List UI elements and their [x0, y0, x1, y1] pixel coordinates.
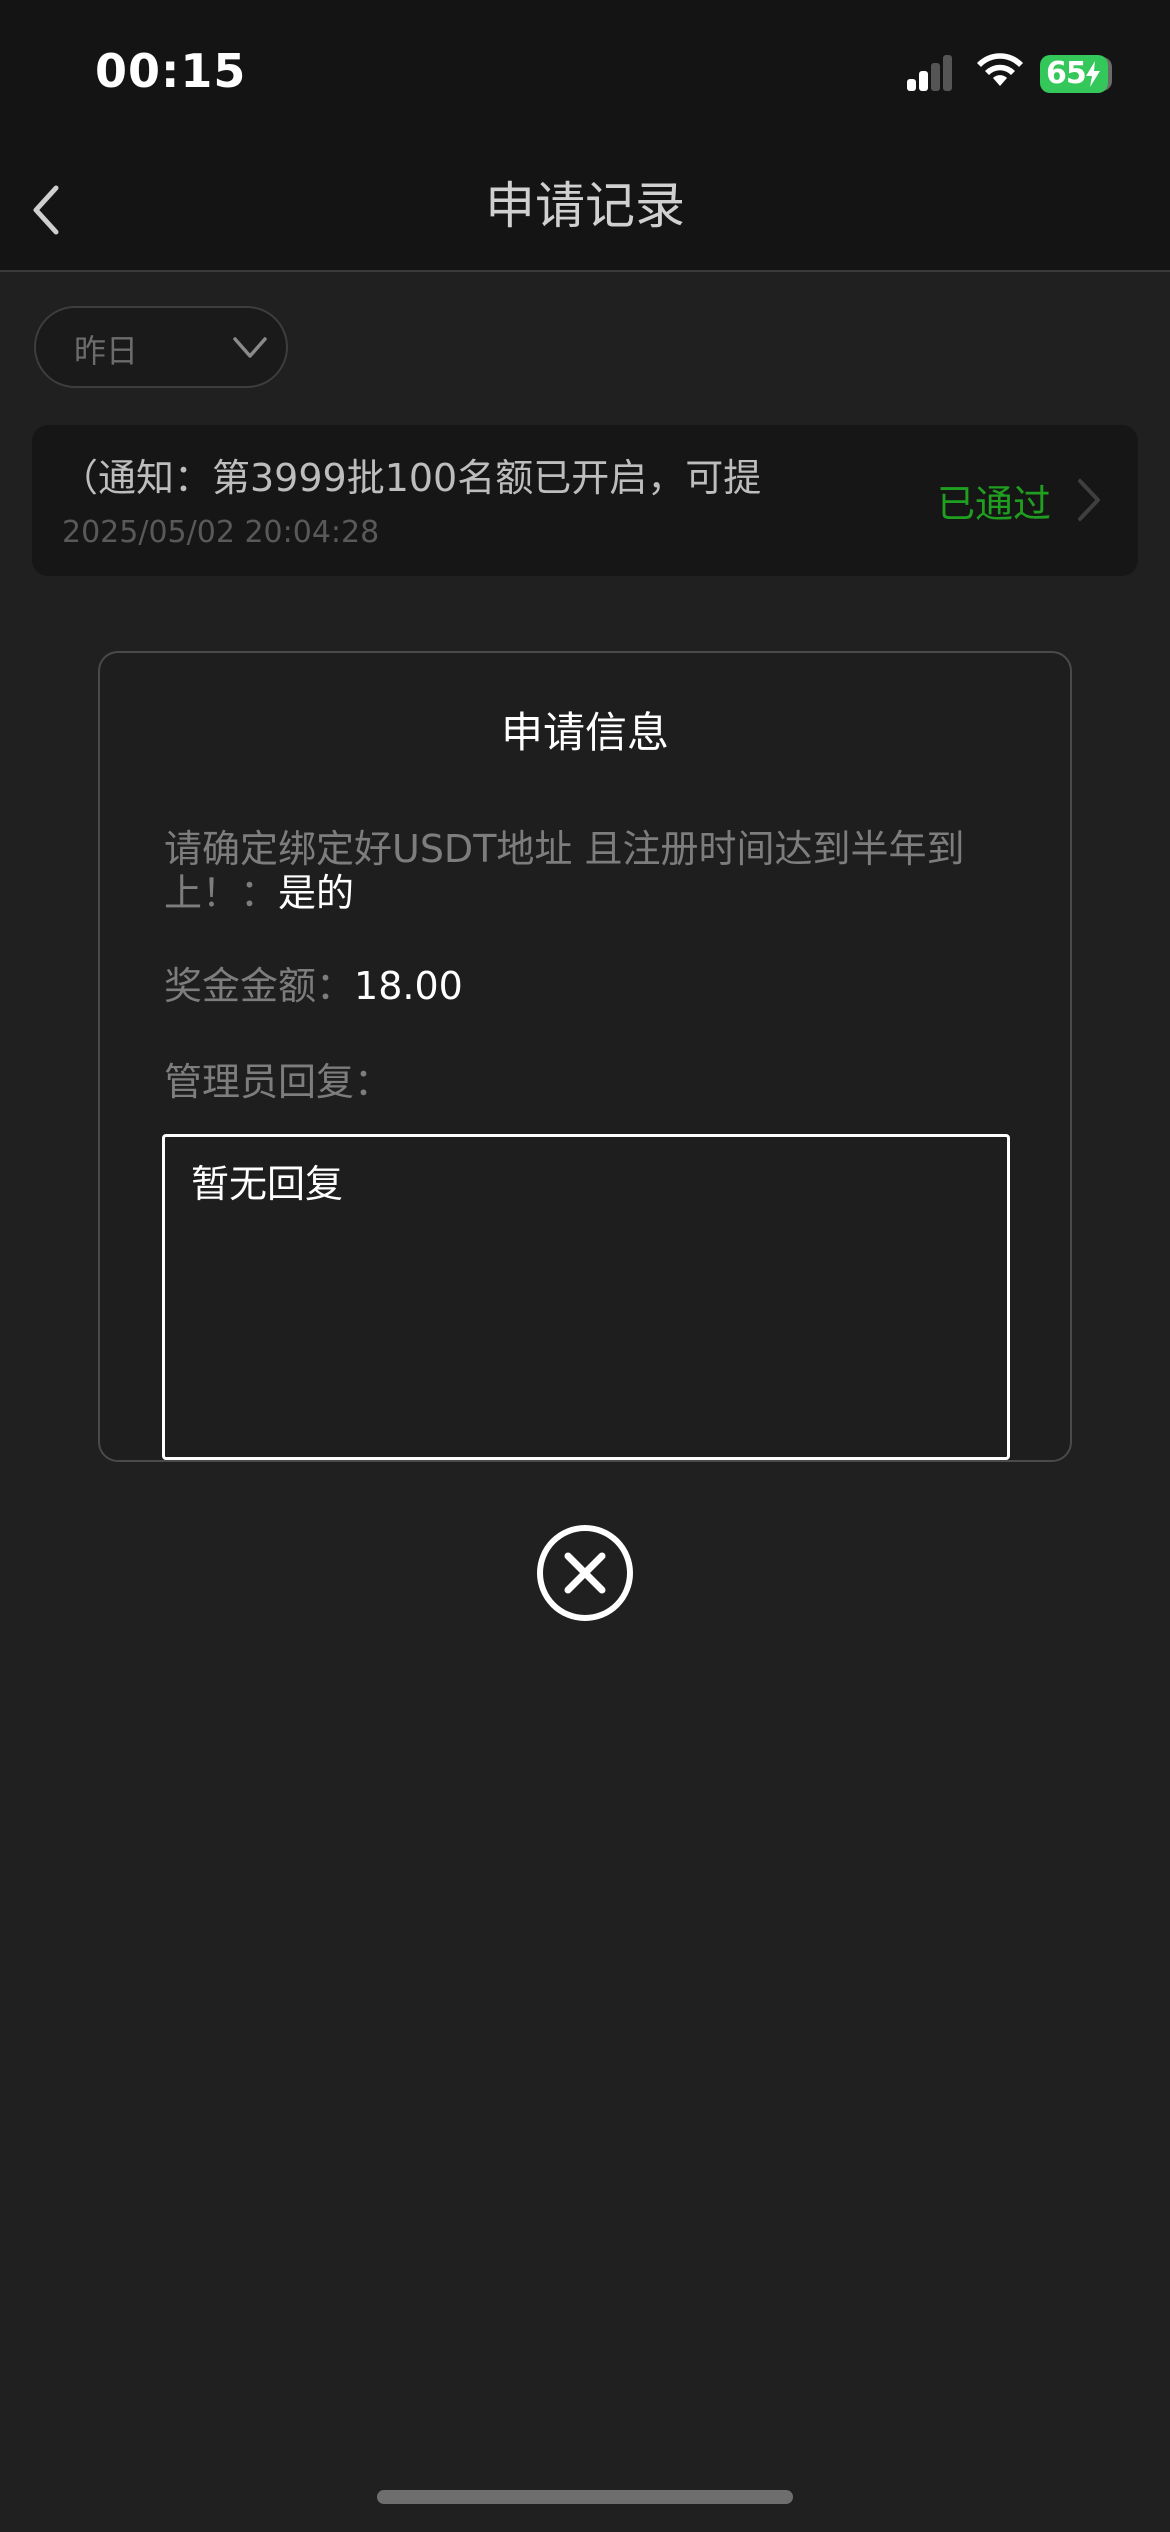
date-filter-dropdown[interactable]: 昨日	[34, 306, 288, 388]
close-circle-icon[interactable]	[535, 1523, 635, 1623]
amount-label: 奖金金额：	[164, 964, 355, 1008]
amount-row: 奖金金额：18.00	[164, 955, 463, 1010]
modal-title: 申请信息	[500, 708, 669, 757]
question-row: 请确定绑定好USDT地址 且注册时间达到半年到上！：是的	[164, 827, 1014, 915]
nav-bar: 申请记录	[0, 150, 1170, 272]
record-title: （通知：第3999批100名额已开启，可提	[60, 456, 762, 500]
admin-reply-label: 管理员回复：	[164, 1060, 393, 1104]
page-title: 申请记录	[485, 177, 685, 235]
wifi-icon	[977, 53, 1023, 86]
amount-value: 18.00	[354, 964, 463, 1008]
question-answer: 是的	[278, 871, 355, 915]
status-time: 00:15	[95, 44, 247, 98]
back-chevron-icon[interactable]	[26, 180, 66, 240]
cellular-signal-icon	[907, 55, 952, 91]
battery-level: 65	[1046, 56, 1087, 91]
home-indicator	[377, 2490, 793, 2504]
record-status-badge: 已通过	[937, 482, 1052, 526]
charging-bolt-icon	[1086, 61, 1100, 87]
record-list-item[interactable]: （通知：第3999批100名额已开启，可提 2025/05/02 20:04:2…	[32, 425, 1138, 576]
application-info-modal: 申请信息 请确定绑定好USDT地址 且注册时间达到半年到上！：是的 奖金金额：1…	[98, 651, 1072, 1462]
chevron-right-icon	[1078, 479, 1100, 521]
date-filter-value: 昨日	[74, 332, 139, 370]
status-bar: 00:15 65	[0, 0, 1170, 150]
record-timestamp: 2025/05/02 20:04:28	[62, 515, 380, 550]
chevron-down-icon	[233, 337, 267, 358]
admin-reply-box: 暂无回复	[162, 1134, 1010, 1460]
